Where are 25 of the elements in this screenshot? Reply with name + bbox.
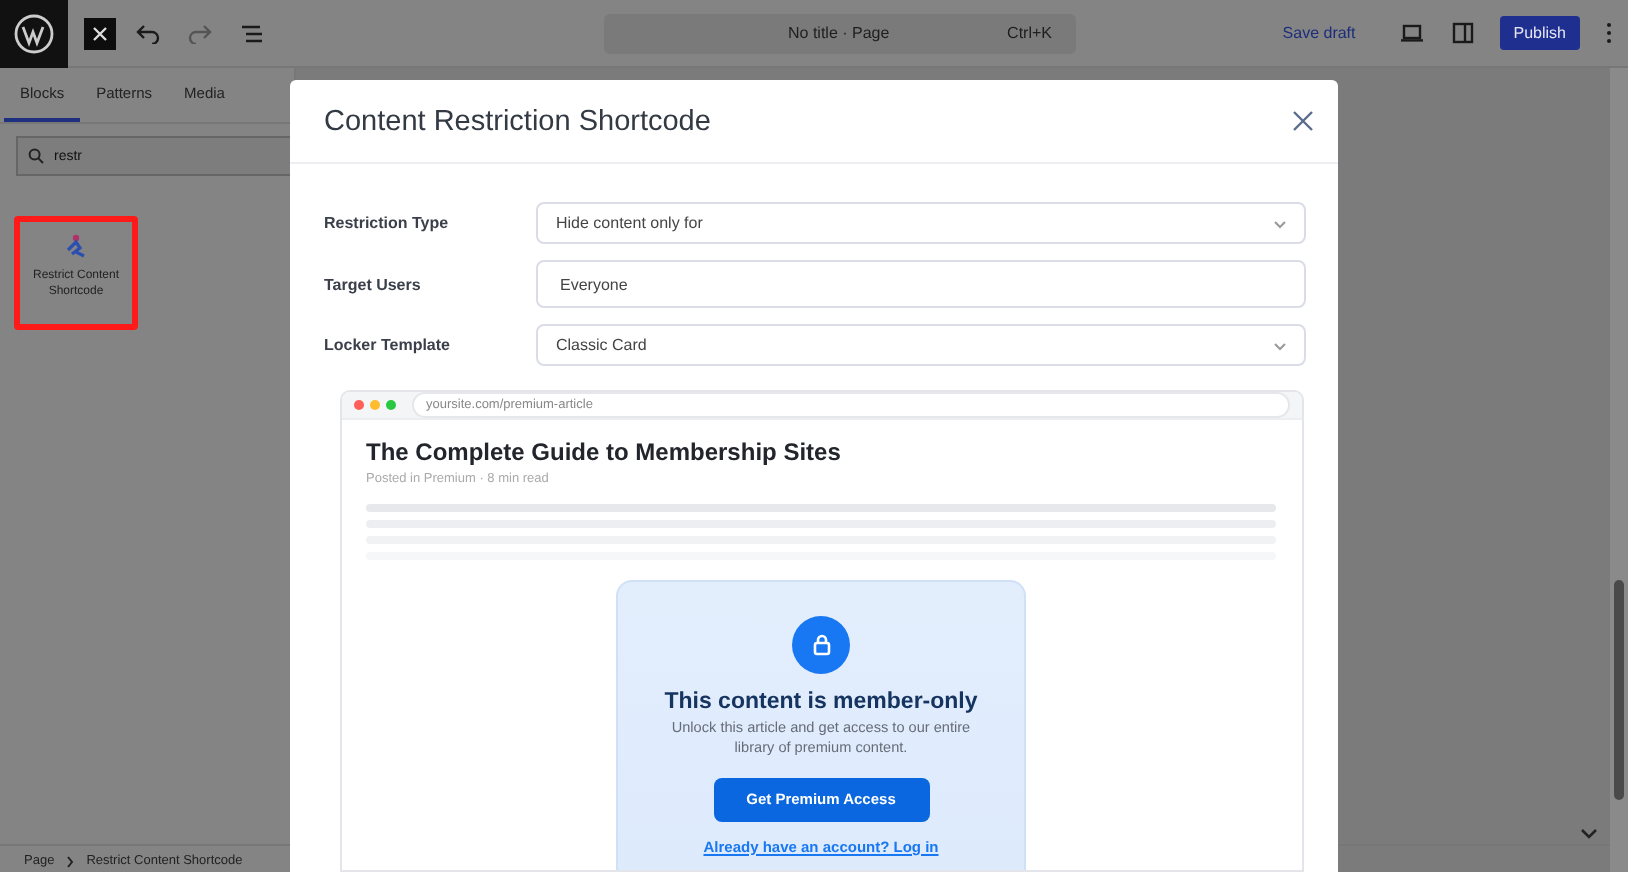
save-draft-link[interactable]: Save draft [1270, 22, 1368, 44]
chevron-down-icon [1272, 215, 1288, 231]
scrollbar[interactable] [1610, 68, 1628, 872]
input-field[interactable]: Everyone [536, 260, 1306, 308]
locker-heading: This content is member-only [664, 690, 978, 714]
person-icon [66, 234, 86, 258]
article-title: The Complete Guide to Membership Sites [366, 438, 843, 466]
publish-button[interactable]: Publish [1499, 16, 1580, 50]
command-bar[interactable]: No title · Page Ctrl+K [604, 13, 1076, 53]
dialog-title: Content Restriction Shortcode [324, 105, 711, 137]
window-dot-icon [354, 400, 364, 410]
field-label: Target Users [324, 275, 423, 293]
close-icon[interactable] [84, 17, 116, 49]
select-field[interactable]: Hide content only for [536, 202, 1306, 244]
search-icon [28, 148, 44, 164]
chevron-down-icon[interactable] [1580, 828, 1598, 840]
window-dot-icon [370, 400, 380, 410]
wordpress-logo[interactable] [0, 0, 68, 67]
field-label: Restriction Type [324, 214, 451, 232]
chevron-right-icon [66, 855, 75, 867]
field-label: Locker Template [324, 336, 452, 354]
lock-icon [792, 616, 850, 674]
window-dot-icon [386, 400, 396, 410]
chevron-down-icon [1272, 337, 1288, 353]
select-field[interactable]: Classic Card [536, 324, 1306, 366]
